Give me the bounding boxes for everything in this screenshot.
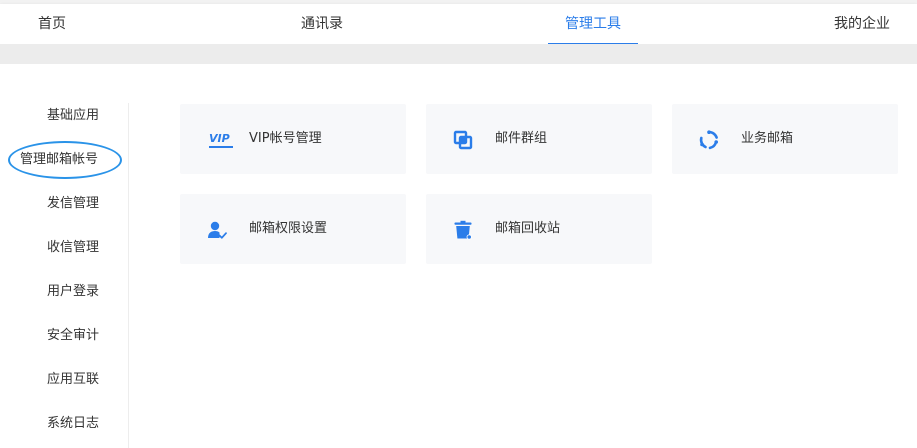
sidebar-item-label: 基础应用 [47,108,100,123]
sidebar-item-user-login[interactable]: 用户登录 [0,280,150,304]
sidebar-item-outgoing-mail[interactable]: 发信管理 [0,192,150,216]
top-navigation: 首页 通讯录 管理工具 我的企业 [0,4,917,46]
vip-icon: VIP [209,132,233,148]
card-business-mailbox[interactable]: 业务邮箱 [672,104,898,174]
card-label: 业务邮箱 [741,131,794,146]
sidebar-item-label: 应用互联 [47,372,100,387]
sidebar-item-label: 管理邮箱帐号 [20,152,99,167]
nav-home[interactable]: 首页 [38,4,66,44]
nav-my-enterprise[interactable]: 我的企业 [834,4,890,44]
sidebar-item-label: 系统日志 [47,416,100,431]
card-label: 邮件群组 [495,131,548,146]
card-label: 邮箱回收站 [495,221,561,236]
card-mailbox-permissions[interactable]: 邮箱权限设置 [180,194,406,264]
nav-contacts[interactable]: 通讯录 [301,4,343,44]
card-vip-account-management[interactable]: VIP VIP帐号管理 [180,104,406,174]
user-permission-icon [208,221,227,239]
card-label: VIP帐号管理 [249,131,322,146]
trash-icon [454,220,472,240]
gray-band [0,44,917,64]
sidebar-item-incoming-mail[interactable]: 收信管理 [0,236,150,260]
sidebar-item-label: 用户登录 [47,284,100,299]
sidebar-item-label: 安全审计 [47,328,100,343]
sidebar-item-label: 发信管理 [47,196,100,211]
svg-text:VIP: VIP [209,132,230,145]
sidebar-item-security-audit[interactable]: 安全审计 [0,324,150,348]
sidebar-item-app-integration[interactable]: 应用互联 [0,368,150,392]
card-mailbox-recycle-bin[interactable]: 邮箱回收站 [426,194,652,264]
sidebar-item-system-logs[interactable]: 系统日志 [0,412,150,436]
sidebar-item-manage-mailbox-accounts[interactable]: 管理邮箱帐号 [0,148,150,172]
cycle-icon [699,130,718,150]
sidebar-item-basic-apps[interactable]: 基础应用 [0,104,150,128]
card-label: 邮箱权限设置 [249,221,328,236]
group-icon [453,130,473,150]
sidebar-item-label: 收信管理 [47,240,100,255]
nav-management-tools[interactable]: 管理工具 [565,4,621,44]
card-mail-groups[interactable]: 邮件群组 [426,104,652,174]
